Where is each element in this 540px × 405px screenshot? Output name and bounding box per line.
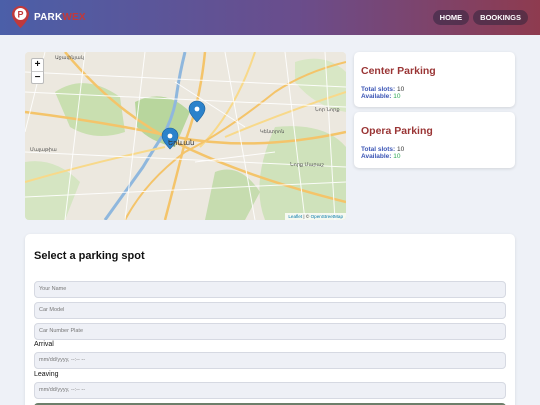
- available-label: Available:: [361, 93, 392, 100]
- form-title: Select a parking spot: [34, 250, 145, 262]
- parking-card-opera[interactable]: Opera Parking Total slots: 10 Available:…: [354, 112, 515, 168]
- total-slots-value: 10: [397, 86, 405, 93]
- svg-text:P: P: [17, 9, 23, 19]
- map-label-district-east: Նորք Մարաշ: [290, 162, 324, 168]
- attribution-separator: | ©: [302, 214, 311, 219]
- osm-link[interactable]: OpenStreetMap: [311, 214, 343, 219]
- map-label-district-center: Կենտրոն: [260, 129, 285, 135]
- available-label: Available:: [361, 153, 392, 160]
- map-label-district-right: Նոր Նորք: [315, 107, 340, 113]
- available-value: 10: [393, 153, 401, 160]
- map-label-city: Երևան: [168, 140, 195, 147]
- brand-name: PARKWEX: [34, 12, 86, 23]
- arrival-label: Arrival: [34, 341, 54, 348]
- total-slots-label: Total slots:: [361, 86, 396, 93]
- parking-card-title: Center Parking: [361, 65, 436, 77]
- plate-input[interactable]: Car Number Plate: [34, 323, 506, 340]
- brand-part-wex: WEX: [62, 11, 86, 23]
- available-value: 10: [393, 93, 401, 100]
- available-line: Available: 10: [361, 93, 508, 100]
- bookings-button[interactable]: BOOKINGS: [473, 10, 528, 25]
- leaving-label: Leaving: [34, 371, 59, 378]
- parking-card-center[interactable]: Center Parking Total slots: 10 Available…: [354, 52, 515, 107]
- booking-form: Select a parking spot Your Name Car Mode…: [25, 234, 515, 405]
- parking-pin-icon: P: [12, 6, 29, 28]
- map-attribution: Leaflet | © OpenStreetMap: [285, 213, 346, 220]
- total-slots-line: Total slots: 10: [361, 86, 508, 93]
- nav-buttons: HOME BOOKINGS: [432, 10, 528, 25]
- parking-card-title: Opera Parking: [361, 125, 433, 137]
- total-slots-label: Total slots:: [361, 146, 396, 153]
- logo[interactable]: P PARKWEX: [12, 6, 86, 28]
- brand-part-park: PARK: [34, 11, 63, 23]
- home-button[interactable]: HOME: [432, 10, 470, 25]
- map-label-district-top: Աջափնյակ: [55, 55, 84, 61]
- parking-map[interactable]: Աջափնյակ Նոր Նորք Երևան Կենտրոն Նորք Մար…: [25, 52, 346, 220]
- navbar: P PARKWEX HOME BOOKINGS: [0, 0, 540, 35]
- zoom-control: + −: [31, 58, 44, 84]
- leaving-input[interactable]: mm/dd/yyyy, --:-- --: [34, 382, 506, 399]
- total-slots-value: 10: [397, 146, 405, 153]
- map-tiles: [25, 52, 346, 220]
- map-label-district-left: Մալաթիա: [30, 147, 57, 153]
- leaflet-link[interactable]: Leaflet: [288, 214, 302, 219]
- zoom-in-button[interactable]: +: [32, 59, 43, 71]
- total-slots-line: Total slots: 10: [361, 146, 508, 153]
- available-line: Available: 10: [361, 153, 508, 160]
- arrival-input[interactable]: mm/dd/yyyy, --:-- --: [34, 352, 506, 369]
- zoom-out-button[interactable]: −: [32, 71, 43, 83]
- name-input[interactable]: Your Name: [34, 281, 506, 298]
- car-model-input[interactable]: Car Model: [34, 302, 506, 319]
